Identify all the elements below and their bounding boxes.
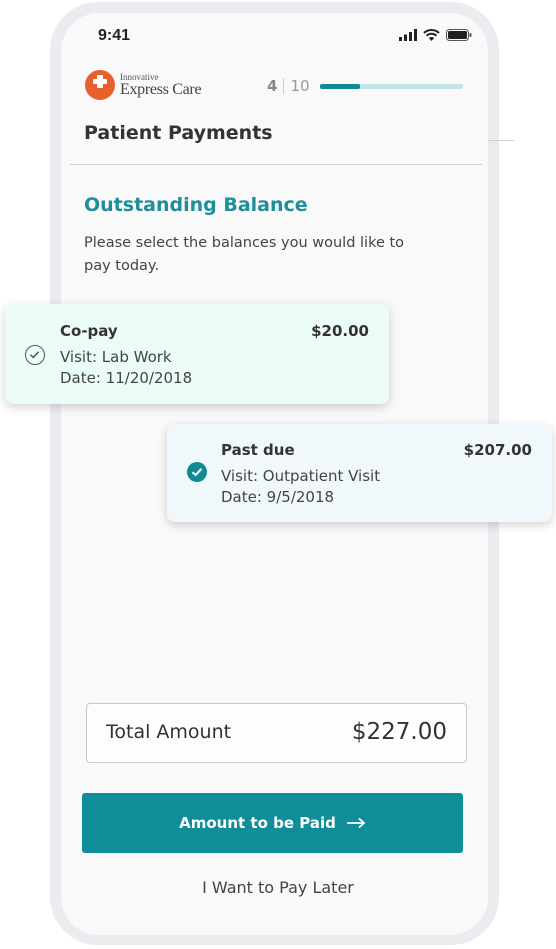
balance-title: Past due xyxy=(221,441,295,459)
section-heading: Outstanding Balance xyxy=(84,194,308,216)
balance-visit: Visit: Outpatient Visit xyxy=(221,467,381,485)
page-title: Patient Payments xyxy=(84,122,273,144)
battery-icon xyxy=(446,29,472,41)
cross-logo-icon xyxy=(85,70,115,100)
status-icons xyxy=(399,29,472,41)
signal-icon xyxy=(399,29,417,41)
total-amount-box: Total Amount $227.00 xyxy=(86,703,467,763)
step-total: 10 xyxy=(290,77,310,95)
wifi-icon xyxy=(423,29,440,41)
balance-amount: $207.00 xyxy=(463,441,532,459)
brand-name: Express Care xyxy=(120,80,202,98)
circle-check-outline-icon[interactable] xyxy=(25,345,45,365)
pay-button-label: Amount to be Paid xyxy=(179,814,336,832)
progress-bar xyxy=(320,84,463,89)
balance-amount: $20.00 xyxy=(311,322,369,340)
circle-check-filled-icon[interactable] xyxy=(187,462,207,482)
pay-later-link[interactable]: I Want to Pay Later xyxy=(0,878,556,897)
balance-card-copay[interactable]: Co-pay Visit: Lab Work Date: 11/20/2018 … xyxy=(5,304,389,404)
background-line xyxy=(488,140,514,141)
header-divider xyxy=(70,164,482,165)
brand-logo: Innovative Express Care xyxy=(85,70,202,100)
status-bar: 9:41 xyxy=(61,13,488,63)
balance-date: Date: 11/20/2018 xyxy=(60,369,193,387)
balance-date: Date: 9/5/2018 xyxy=(221,488,335,506)
total-label: Total Amount xyxy=(106,721,232,743)
amount-to-be-paid-button[interactable]: Amount to be Paid xyxy=(82,793,463,853)
arrow-right-icon xyxy=(346,817,366,829)
balance-title: Co-pay xyxy=(60,322,118,340)
step-indicator: 4 10 xyxy=(267,77,310,95)
step-current: 4 xyxy=(267,77,278,95)
total-value: $227.00 xyxy=(351,719,447,745)
brand-wordmark: Innovative Express Care xyxy=(120,72,202,98)
step-divider xyxy=(283,78,285,94)
balance-card-past-due[interactable]: Past due Visit: Outpatient Visit Date: 9… xyxy=(167,424,552,522)
instructions-text: Please select the balances you would lik… xyxy=(84,235,405,274)
progress-fill xyxy=(320,84,361,89)
status-time: 9:41 xyxy=(98,27,131,44)
balance-visit: Visit: Lab Work xyxy=(60,348,172,366)
